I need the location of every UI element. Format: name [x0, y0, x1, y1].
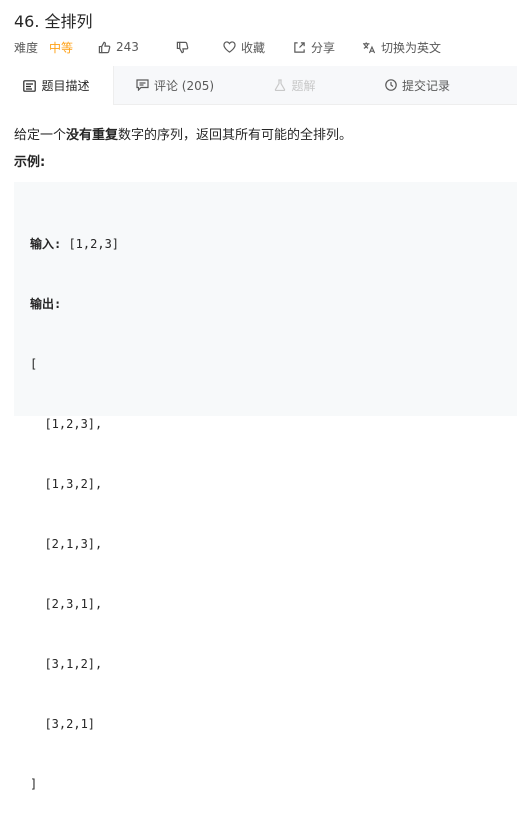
- tab-bar: 题目描述 评论 (205) 题解 提交记录: [0, 66, 517, 105]
- tab-description-label: 题目描述: [41, 79, 90, 93]
- share-label: 分享: [311, 40, 336, 55]
- input-label: 输入:: [30, 237, 62, 251]
- dislike-button[interactable]: [176, 38, 194, 56]
- share-button[interactable]: 分享: [293, 38, 335, 56]
- output-line: ]: [30, 777, 38, 791]
- tab-solutions-label: 题解: [291, 78, 316, 93]
- translate-button[interactable]: 切换为英文: [362, 38, 441, 56]
- description-suffix: 数字的序列，返回其所有可能的全排列。: [118, 128, 353, 143]
- description-prefix: 给定一个: [14, 128, 67, 143]
- example-code-block: 输入: [1,2,3] 输出: [ [1,2,3], [1,3,2], [2,1…: [14, 182, 517, 791]
- output-line: [3,1,2],: [30, 657, 103, 671]
- like-button[interactable]: 243: [98, 38, 139, 56]
- input-line: 输入: [1,2,3]: [30, 234, 119, 254]
- example-code: 输入: [1,2,3] 输出: [ [1,2,3], [1,3,2], [2,1…: [30, 194, 119, 832]
- thumbs-up-icon: [98, 41, 111, 54]
- tab-submissions-label: 提交记录: [401, 78, 450, 93]
- output-line: [1,2,3],: [30, 417, 103, 431]
- thumbs-down-icon: [176, 41, 189, 54]
- tab-submissions[interactable]: 提交记录: [355, 66, 480, 104]
- problem-title: 46. 全排列: [14, 12, 93, 31]
- comment-icon: [136, 79, 149, 91]
- share-icon: [293, 41, 306, 54]
- translate-icon: [362, 41, 376, 54]
- translate-label: 切换为英文: [381, 40, 442, 55]
- difficulty-badge: 中等: [49, 40, 74, 55]
- favorite-label: 收藏: [241, 40, 266, 55]
- tab-comments[interactable]: 评论 (205): [115, 66, 235, 104]
- tab-solutions[interactable]: 题解: [235, 66, 355, 104]
- description-icon: [23, 79, 37, 92]
- heart-icon: [223, 41, 236, 53]
- problem-meta-bar: 难度 中等 243 收藏 分享 切换为英文: [14, 38, 514, 56]
- like-count: 243: [116, 40, 139, 54]
- tab-comments-label: 评论 (205): [153, 78, 215, 93]
- tab-description[interactable]: 题目描述: [0, 66, 114, 105]
- output-line: [2,3,1],: [30, 597, 103, 611]
- input-value: [1,2,3]: [61, 237, 120, 251]
- clock-icon: [385, 79, 397, 91]
- problem-description: 给定一个没有重复数字的序列，返回其所有可能的全排列。: [14, 124, 352, 143]
- output-line: [: [30, 357, 38, 371]
- favorite-button[interactable]: 收藏: [223, 38, 265, 56]
- difficulty-label: 难度: [14, 40, 39, 55]
- output-label: 输出:: [30, 297, 62, 311]
- example-label: 示例:: [14, 155, 46, 170]
- output-line: [1,3,2],: [30, 477, 103, 491]
- description-bold: 没有重复: [66, 128, 119, 143]
- output-line: [2,1,3],: [30, 537, 103, 551]
- output-line: [3,2,1]: [30, 717, 96, 731]
- output-label-line: 输出:: [30, 294, 119, 314]
- flask-icon: [274, 79, 286, 91]
